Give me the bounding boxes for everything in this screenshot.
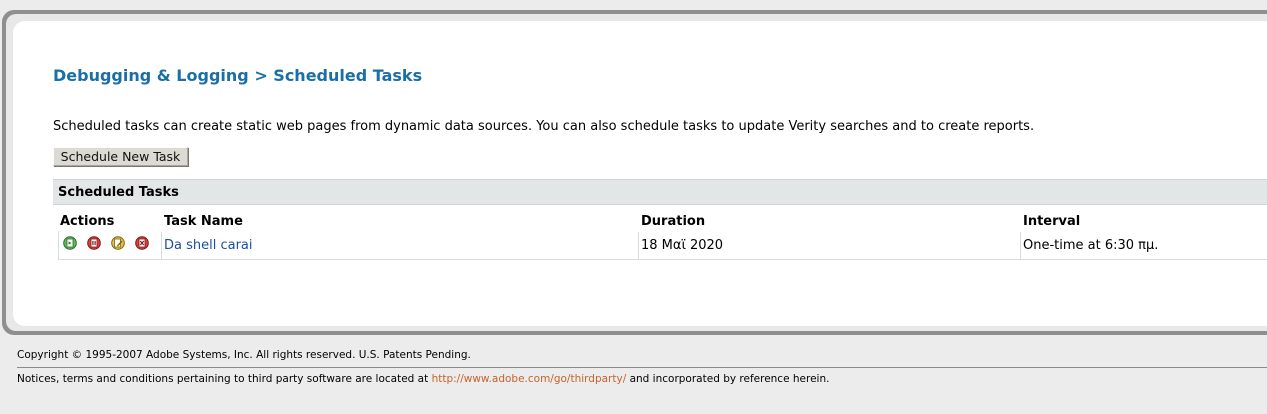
column-divider (1020, 232, 1021, 260)
column-header-actions: Actions (60, 214, 115, 229)
pause-task-icon[interactable] (87, 236, 101, 250)
column-divider (638, 232, 639, 260)
footer-notice-suffix: and incorporated by reference herein. (629, 373, 830, 385)
column-header-duration: Duration (641, 214, 706, 229)
task-name-link[interactable]: Da shell carai (164, 238, 253, 253)
page-description: Scheduled tasks can create static web pa… (53, 119, 1035, 134)
edit-task-icon[interactable] (111, 236, 125, 250)
footer-notice-prefix: Notices, terms and conditions pertaining… (17, 373, 429, 385)
breadcrumb-parent-link[interactable]: Debugging & Logging (53, 66, 249, 85)
third-party-link[interactable]: http://www.adobe.com/go/thirdparty/ (432, 373, 627, 385)
breadcrumb: Debugging & Logging > Scheduled Tasks (53, 66, 422, 85)
breadcrumb-separator: > (254, 66, 268, 85)
breadcrumb-current: Scheduled Tasks (273, 66, 423, 85)
run-task-icon[interactable] (63, 236, 77, 250)
footer-copyright: Copyright © 1995-2007 Adobe Systems, Inc… (17, 349, 471, 361)
schedule-new-task-button[interactable]: Schedule New Task (53, 147, 188, 166)
footer-notice: Notices, terms and conditions pertaining… (17, 373, 829, 385)
task-duration: 18 Μαϊ 2020 (641, 238, 724, 253)
column-header-interval: Interval (1023, 214, 1081, 229)
section-header: Scheduled Tasks (53, 179, 1267, 205)
task-interval: One-time at 6:30 πμ. (1023, 238, 1159, 253)
footer-divider (17, 367, 1267, 368)
column-divider (161, 232, 162, 260)
column-header-task-name: Task Name (164, 214, 243, 229)
section-title: Scheduled Tasks (58, 185, 179, 200)
delete-task-icon[interactable] (135, 236, 149, 250)
